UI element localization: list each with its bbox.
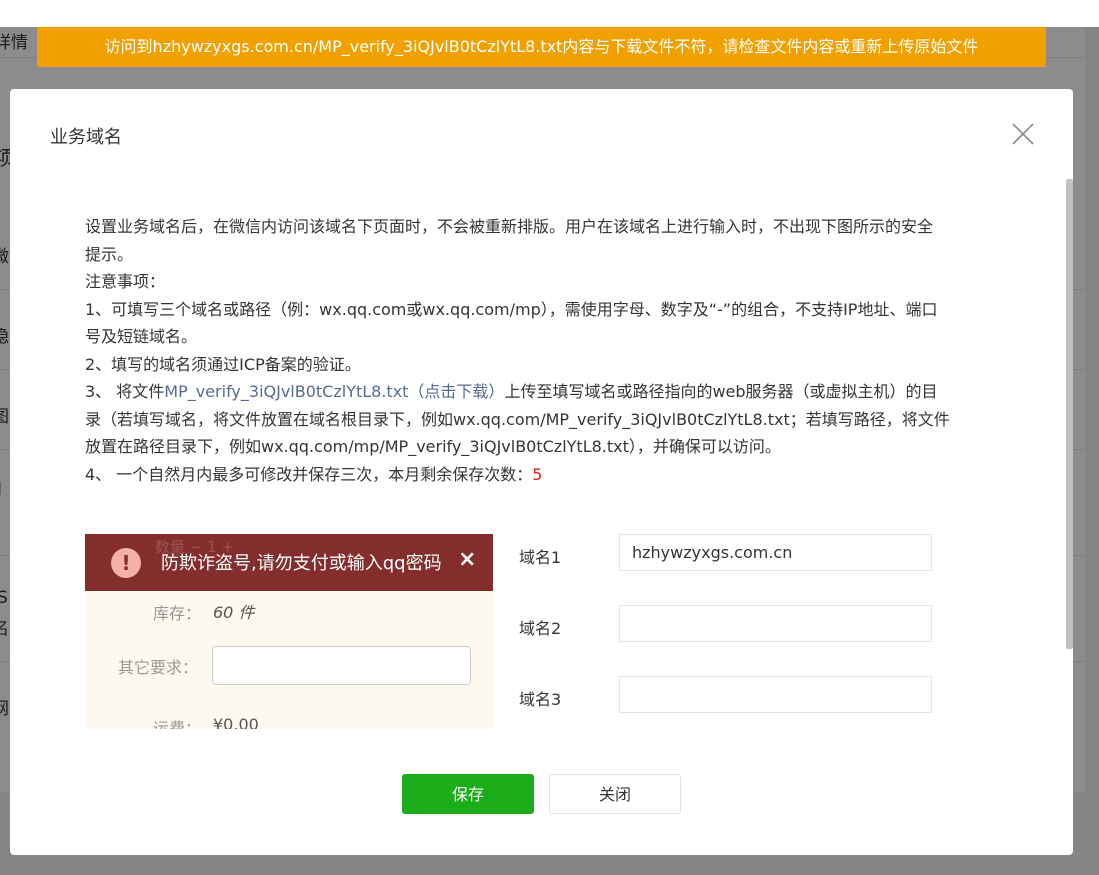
note-3-cont: 录（若填写域名，将文件放置在域名根目录下，例如wx.qq.com/MP_veri… — [85, 409, 950, 429]
note-1: 1、可填写三个域名或路径（例：wx.qq.com或wx.qq.com/mp），需… — [85, 299, 938, 319]
top-bar — [0, 0, 1099, 27]
intro-text: 提示。 — [85, 244, 134, 264]
error-alert-banner: 访问到hzhywzyxgs.com.cn/MP_verify_3iQJvlB0t… — [37, 27, 1046, 67]
note-3: 3、 将文件MP_verify_3iQJvlB0tCzlYtL8.txt（点击下… — [85, 378, 1025, 406]
domain-1-label: 域名1 — [519, 548, 562, 567]
alert-message: 访问到hzhywzyxgs.com.cn/MP_verify_3iQJvlB0t… — [104, 37, 979, 56]
security-warning-illustration: 数量 − 1 + ! 防欺诈盗号,请勿支付或输入qq密码 × 库存： 60 件 … — [85, 534, 493, 729]
notes-heading: 注意事项： — [85, 272, 166, 291]
note-4: 4、 一个自然月内最多可修改并保存三次，本月剩余保存次数：5 — [85, 461, 1025, 489]
save-button[interactable]: 保存 — [402, 774, 534, 814]
close-button[interactable]: 关闭 — [549, 774, 681, 814]
shipping-label: 运费： — [153, 719, 202, 729]
warning-text: 防欺诈盗号,请勿支付或输入qq密码 — [161, 553, 442, 574]
domain-3-label: 域名3 — [519, 690, 562, 709]
note-4-text: 4、 一个自然月内最多可修改并保存三次，本月剩余保存次数： — [85, 464, 533, 484]
other-requirements-input — [212, 646, 471, 685]
domain-1-input[interactable] — [619, 534, 932, 571]
note-3-suffix: 上传至填写域名或路径指向的web服务器（或虚拟主机）的目 — [504, 382, 938, 401]
dialog-title: 业务域名 — [50, 127, 122, 148]
business-domain-dialog: 业务域名 设置业务域名后，在微信内访问该域名下页面时，不会被重新排版。用户在该域… — [10, 89, 1073, 855]
dialog-description: 设置业务域名后，在微信内访问该域名下页面时，不会被重新排版。用户在该域名上进行输… — [85, 213, 1025, 488]
exclamation-icon: ! — [111, 548, 141, 578]
domain-2-label: 域名2 — [519, 619, 562, 638]
note-3-prefix: 3、 将文件 — [85, 382, 165, 401]
note-3-cont: 放置在路径目录下，例如wx.qq.com/mp/MP_verify_3iQJvl… — [85, 437, 781, 456]
shipping-value: ¥0.00 — [213, 715, 259, 729]
stock-value: 60 件 — [213, 603, 255, 622]
note-2: 2、填写的域名须通过ICP备案的验证。 — [85, 354, 361, 374]
warning-bar: 数量 − 1 + ! 防欺诈盗号,请勿支付或输入qq密码 × — [85, 534, 493, 591]
note-1-cont: 号及短链域名。 — [85, 327, 198, 346]
remaining-saves-count: 5 — [532, 464, 543, 484]
close-icon[interactable] — [1010, 121, 1036, 147]
download-verify-file-link[interactable]: MP_verify_3iQJvlB0tCzlYtL8.txt（点击下载） — [164, 382, 504, 401]
dialog-scrollbar[interactable] — [1066, 179, 1073, 649]
domain-3-input[interactable] — [619, 676, 932, 713]
domain-2-input[interactable] — [619, 605, 932, 642]
warning-close-icon: × — [458, 547, 477, 572]
stock-label: 库存： — [153, 604, 202, 623]
other-requirements-label: 其它要求： — [118, 658, 199, 677]
intro-text: 设置业务域名后，在微信内访问该域名下页面时，不会被重新排版。用户在该域名上进行输… — [85, 217, 934, 236]
